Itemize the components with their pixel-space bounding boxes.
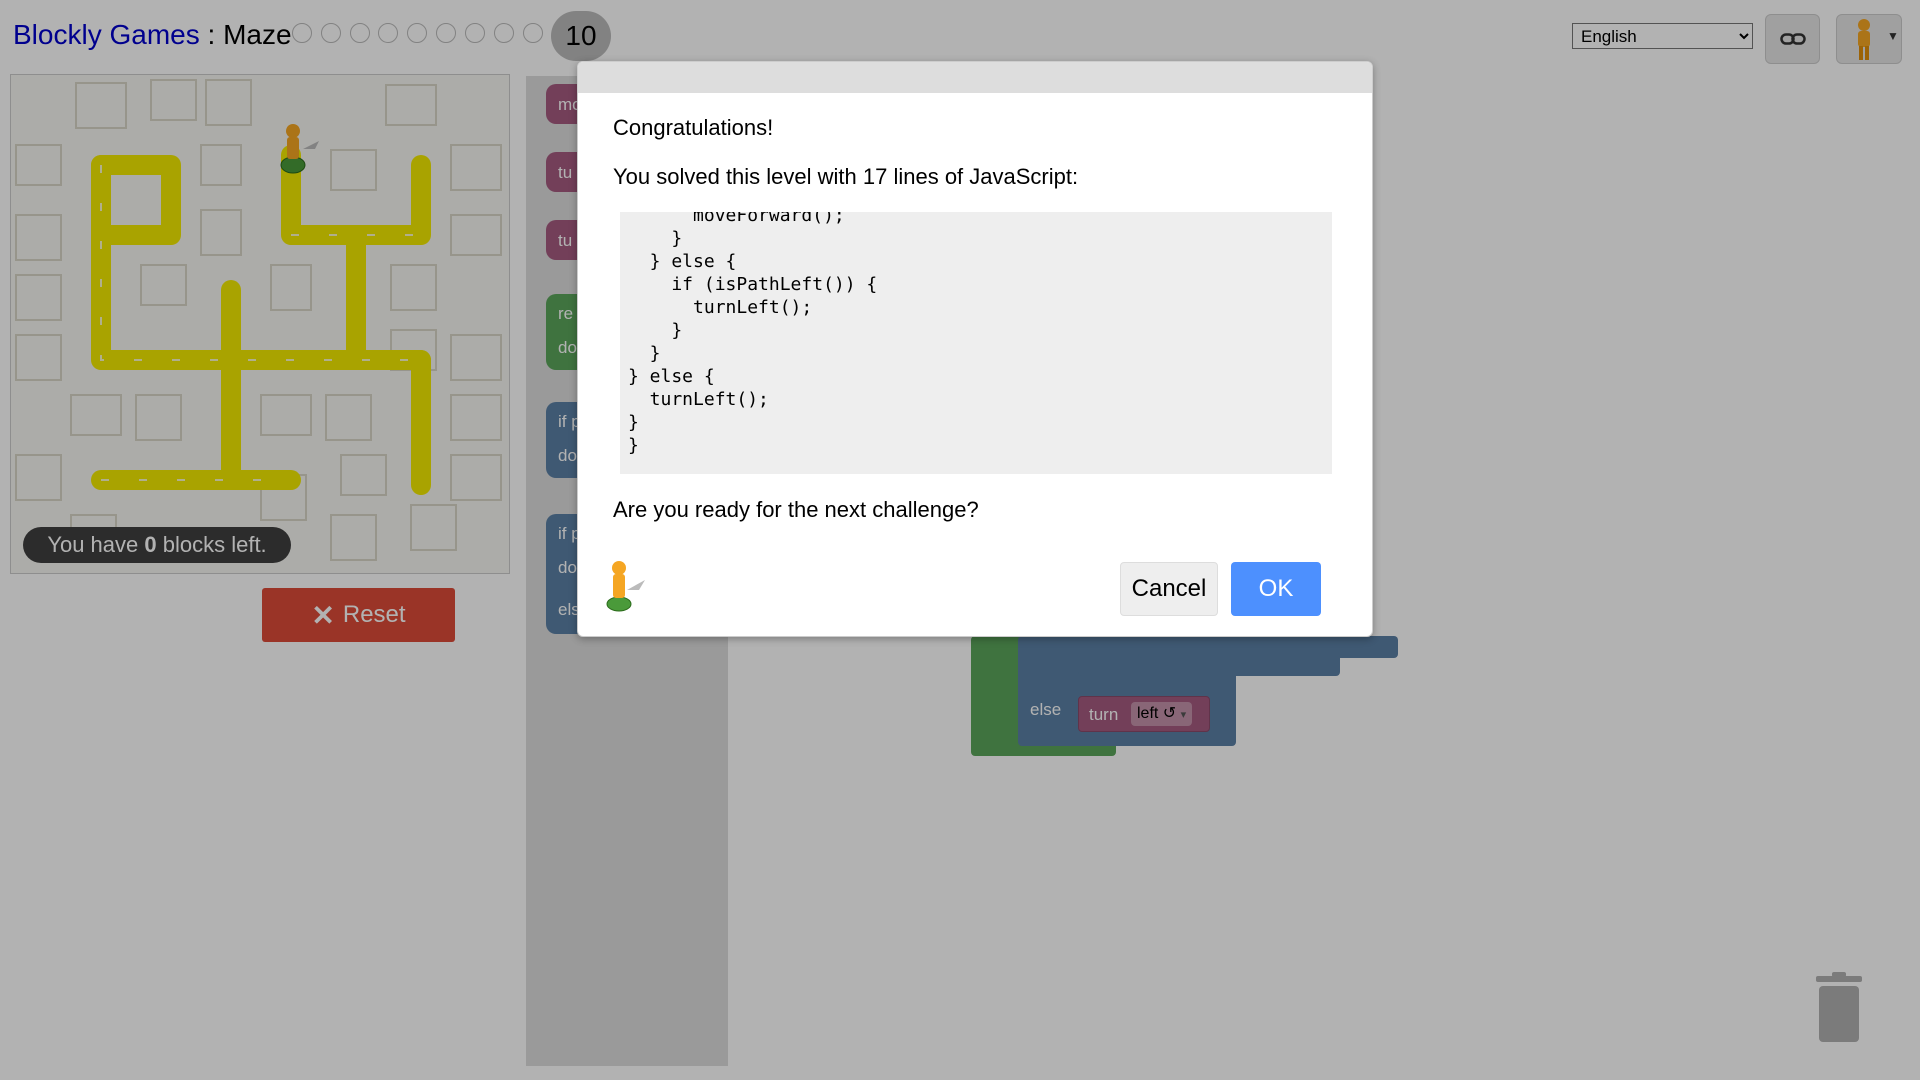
- code-line: } else {: [628, 366, 715, 387]
- dialog-message: You solved this level with 17 lines of J…: [613, 164, 1079, 189]
- code-line: moveForward();: [628, 212, 845, 226]
- code-line: }: [628, 320, 683, 341]
- code-line: turnLeft();: [628, 389, 769, 410]
- code-line: } else {: [628, 251, 737, 272]
- code-line: }: [628, 435, 639, 456]
- code-line: }: [628, 412, 639, 433]
- code-line: }: [628, 343, 661, 364]
- dialog-title: Congratulations!: [613, 115, 774, 140]
- congratulations-dialog: Congratulations! You solved this level w…: [577, 61, 1373, 637]
- code-line: }: [628, 228, 683, 249]
- cancel-button[interactable]: Cancel: [1120, 562, 1218, 616]
- code-line: if (isPathLeft()) {: [628, 274, 878, 295]
- javascript-code: moveForward(); } } else { if (isPathLeft…: [628, 212, 877, 457]
- pegman-icon: [606, 561, 645, 612]
- code-line: turnLeft();: [628, 297, 813, 318]
- code-listing[interactable]: moveForward(); } } else { if (isPathLeft…: [620, 212, 1332, 474]
- dialog-question: Are you ready for the next challenge?: [613, 497, 979, 522]
- ok-button[interactable]: OK: [1231, 562, 1321, 616]
- dialog-title-bar[interactable]: [578, 62, 1372, 93]
